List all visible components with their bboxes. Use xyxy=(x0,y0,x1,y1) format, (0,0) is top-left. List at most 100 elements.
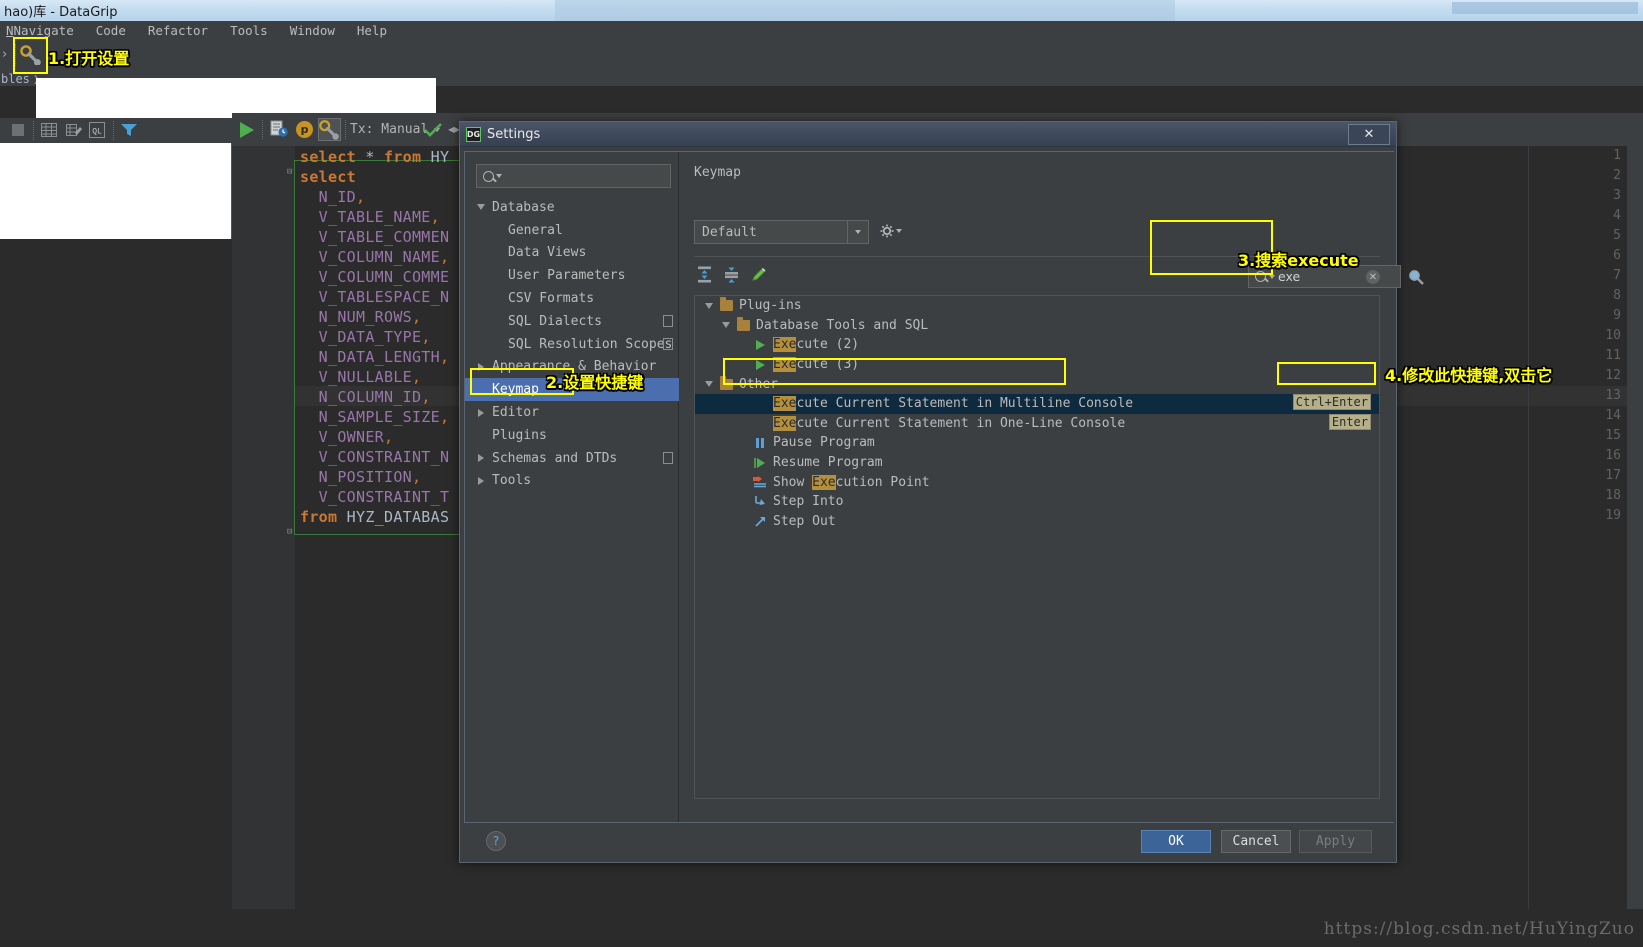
code-token: , xyxy=(421,388,431,406)
keymap-action-row[interactable]: Execute (2) xyxy=(695,335,1379,355)
breadcrumb-item[interactable]: bles xyxy=(0,72,30,86)
chevron-down-icon xyxy=(703,302,715,309)
search-icon xyxy=(483,170,494,182)
settings-category-database[interactable]: Database xyxy=(465,196,679,219)
settings-category-schemas-and-dtds[interactable]: Schemas and DTDs xyxy=(465,447,679,470)
settings-category-tree[interactable]: Database General Data Views User Parameters… xyxy=(465,196,679,492)
commit-check-icon[interactable] xyxy=(424,122,442,138)
keymap-action-row[interactable]: Step Into xyxy=(695,492,1379,512)
stop-icon[interactable] xyxy=(12,124,24,136)
menu-item-refactor[interactable]: Refactor xyxy=(148,23,208,38)
query-history-icon[interactable] xyxy=(270,120,288,138)
code-line[interactable]: V_COLUMN_NAME, xyxy=(300,248,449,266)
settings-category-label: Data Views xyxy=(508,245,587,261)
keymap-action-row[interactable]: Execute Current Statement in Multiline C… xyxy=(695,393,1379,414)
settings-category-sql-resolution-scopes[interactable]: SQL Resolution Scopes xyxy=(465,333,679,356)
edit-table-icon[interactable] xyxy=(66,122,83,138)
keymap-action-row[interactable]: Show Execution Point xyxy=(695,472,1379,492)
code-line[interactable]: V_OWNER, xyxy=(300,428,393,446)
settings-category-user-parameters[interactable]: User Parameters xyxy=(465,264,679,287)
keymap-action-row[interactable]: Execute Current Statement in One-Line Co… xyxy=(695,413,1379,434)
code-fold-marker-icon[interactable]: ⊟ xyxy=(287,527,292,537)
code-line[interactable]: V_COLUMN_COMME xyxy=(300,268,449,286)
parameters-icon[interactable]: p xyxy=(296,121,313,138)
edit-shortcut-icon[interactable] xyxy=(750,266,767,283)
results-grid[interactable] xyxy=(0,143,232,239)
menu-item-help[interactable]: Help xyxy=(357,23,387,38)
code-token: N_NUM_ROWS xyxy=(318,308,412,326)
keymap-row-icon xyxy=(752,515,768,528)
menu-bar[interactable]: NNavigate Code Refactor Tools Window Hel… xyxy=(0,21,1643,39)
keymap-action-row[interactable]: Resume Program xyxy=(695,453,1379,473)
apply-button[interactable]: Apply xyxy=(1299,830,1372,853)
collapse-all-icon[interactable] xyxy=(723,266,740,283)
find-icon[interactable] xyxy=(1408,269,1424,285)
code-line[interactable]: V_NULLABLE, xyxy=(300,368,421,386)
run-play-icon[interactable] xyxy=(240,122,254,138)
menu-item-code[interactable]: Code xyxy=(96,23,126,38)
keymap-gear-button[interactable] xyxy=(880,224,902,238)
settings-category-label: SQL Dialects xyxy=(508,313,602,329)
code-line[interactable]: V_TABLE_COMMEN xyxy=(300,228,449,246)
code-line[interactable]: V_CONSTRAINT_T xyxy=(300,488,449,506)
keymap-action-label: Show Execution Point xyxy=(773,474,930,490)
keymap-shortcut-cell: Ctrl+Enter xyxy=(1292,393,1371,410)
menu-item-navigate[interactable]: NNavigate xyxy=(6,23,74,38)
copy-config-icon[interactable] xyxy=(663,314,673,327)
settings-category-csv-formats[interactable]: CSV Formats xyxy=(465,287,679,310)
code-line[interactable]: N_POSITION, xyxy=(300,468,421,486)
code-line[interactable]: select * from HY xyxy=(300,148,449,166)
chevron-down-icon[interactable] xyxy=(847,221,868,243)
keymap-action-label: Step Into xyxy=(773,494,844,510)
settings-category-tools[interactable]: Tools xyxy=(465,470,679,493)
close-icon[interactable]: ✕ xyxy=(1348,124,1390,145)
settings-category-sql-dialects[interactable]: SQL Dialects xyxy=(465,310,679,333)
code-line[interactable]: V_TABLESPACE_N xyxy=(300,288,449,306)
keymap-action-row[interactable]: Plug-ins xyxy=(695,296,1379,316)
clear-icon[interactable]: ✕ xyxy=(1366,270,1380,284)
expand-all-icon[interactable] xyxy=(696,266,713,283)
settings-category-general[interactable]: General xyxy=(465,219,679,242)
toolbar-overflow-icon[interactable]: › xyxy=(2,47,7,62)
code-token: , xyxy=(411,468,422,486)
keymap-action-row[interactable]: Database Tools and SQL xyxy=(695,316,1379,336)
code-token: , xyxy=(439,248,450,266)
code-line[interactable]: N_ID, xyxy=(300,188,365,206)
code-line[interactable]: select xyxy=(300,168,356,186)
code-token: from xyxy=(300,508,338,526)
code-line[interactable]: V_TABLE_NAME, xyxy=(300,208,440,226)
editor-scrollbar[interactable] xyxy=(1627,146,1643,909)
settings-category-editor[interactable]: Editor xyxy=(465,401,679,424)
code-line[interactable]: V_CONSTRAINT_N xyxy=(300,448,449,466)
settings-category-data-views[interactable]: Data Views xyxy=(465,242,679,265)
settings-search-input[interactable] xyxy=(476,164,671,188)
code-token: from xyxy=(384,148,422,166)
menu-item-window[interactable]: Window xyxy=(290,23,335,38)
ok-button[interactable]: OK xyxy=(1141,830,1211,853)
keymap-profile-select[interactable]: Default xyxy=(694,220,869,244)
code-line[interactable]: N_NUM_ROWS, xyxy=(300,308,421,326)
code-fold-marker-icon[interactable]: ⊟ xyxy=(287,167,292,177)
help-button[interactable]: ? xyxy=(486,831,506,851)
cancel-button[interactable]: Cancel xyxy=(1221,830,1291,853)
menu-item-tools[interactable]: Tools xyxy=(230,23,268,38)
line-number: 5 xyxy=(1613,228,1621,243)
settings-category-plugins[interactable]: Plugins xyxy=(465,424,679,447)
show-execution-point-icon xyxy=(753,476,766,488)
code-line[interactable]: N_SAMPLE_SIZE, xyxy=(300,408,449,426)
code-line[interactable]: N_COLUMN_ID, xyxy=(300,388,431,406)
code-line[interactable]: N_DATA_LENGTH, xyxy=(300,348,449,366)
keymap-action-row[interactable]: Step Out xyxy=(695,512,1379,532)
keymap-action-row[interactable]: Pause Program xyxy=(695,433,1379,453)
table-icon[interactable] xyxy=(41,123,57,137)
filter-icon[interactable] xyxy=(121,123,137,137)
sql-icon[interactable]: QL xyxy=(89,122,105,138)
code-line[interactable]: V_DATA_TYPE, xyxy=(300,328,431,346)
copy-config-icon[interactable] xyxy=(663,451,673,464)
copy-config-icon[interactable] xyxy=(663,337,673,350)
code-line[interactable]: from HYZ_DATABAS xyxy=(300,508,449,526)
code-token: V_TABLESPACE_N xyxy=(318,288,450,306)
annotation-box-5 xyxy=(1277,362,1376,385)
